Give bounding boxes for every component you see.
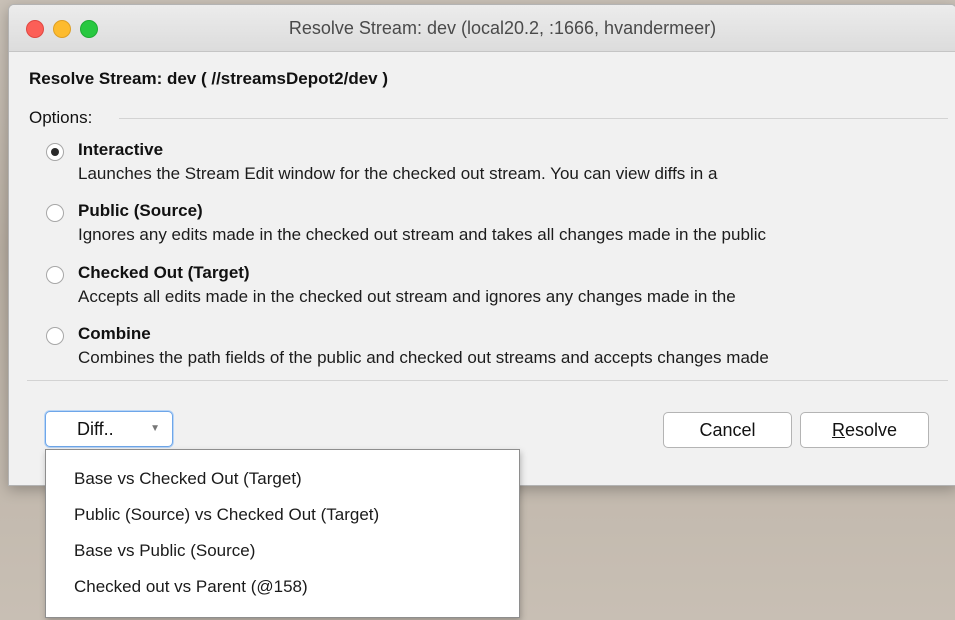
- menu-item-public-vs-checked-out[interactable]: Public (Source) vs Checked Out (Target): [74, 505, 379, 525]
- window-title: Resolve Stream: dev (local20.2, :1666, h…: [288, 18, 717, 38]
- option-checked-out-target[interactable]: Checked Out (Target) Accepts all edits m…: [45, 262, 955, 322]
- option-public-source[interactable]: Public (Source) Ignores any edits made i…: [45, 200, 955, 260]
- option-title: Checked Out (Target): [78, 263, 250, 282]
- cancel-button[interactable]: Cancel: [663, 412, 792, 448]
- dialog-heading: Resolve Stream: dev ( //streamsDepot2/de…: [29, 69, 389, 88]
- radio-interactive[interactable]: [46, 143, 64, 161]
- diff-button-label: Diff..: [77, 419, 114, 439]
- menu-item-base-vs-public[interactable]: Base vs Public (Source): [74, 541, 255, 561]
- button-divider: [27, 380, 948, 381]
- menu-item-checked-out-vs-parent[interactable]: Checked out vs Parent (@158): [74, 577, 308, 597]
- option-interactive[interactable]: Interactive Launches the Stream Edit win…: [45, 139, 955, 199]
- option-description: Accepts all edits made in the checked ou…: [78, 287, 736, 306]
- options-label: Options:: [29, 108, 93, 127]
- resolve-label-rest: esolve: [844, 420, 898, 440]
- radio-checked-out-target[interactable]: [46, 266, 64, 284]
- option-title: Combine: [78, 324, 151, 343]
- option-description: Ignores any edits made in the checked ou…: [78, 225, 766, 244]
- options-divider: [119, 118, 948, 119]
- option-combine[interactable]: Combine Combines the path fields of the …: [45, 323, 955, 383]
- option-description: Combines the path fields of the public a…: [78, 348, 769, 367]
- option-description: Launches the Stream Edit window for the …: [78, 164, 718, 183]
- radio-public-source[interactable]: [46, 204, 64, 222]
- option-title: Interactive: [78, 140, 164, 159]
- title-bar: Resolve Stream: dev (local20.2, :1666, h…: [9, 5, 955, 52]
- radio-combine[interactable]: [46, 327, 64, 345]
- chevron-down-icon: ▼: [150, 423, 160, 434]
- menu-item-base-vs-checked-out[interactable]: Base vs Checked Out (Target): [74, 469, 302, 489]
- resolve-mnemonic: R: [831, 420, 845, 440]
- diff-dropdown-button[interactable]: Diff.. ▼: [45, 411, 173, 447]
- diff-menu: Base vs Checked Out (Target) Public (Sou…: [45, 449, 520, 618]
- resolve-stream-dialog: Resolve Stream: dev (local20.2, :1666, h…: [8, 4, 955, 486]
- option-title: Public (Source): [78, 201, 203, 220]
- resolve-button[interactable]: Resolve: [800, 412, 929, 448]
